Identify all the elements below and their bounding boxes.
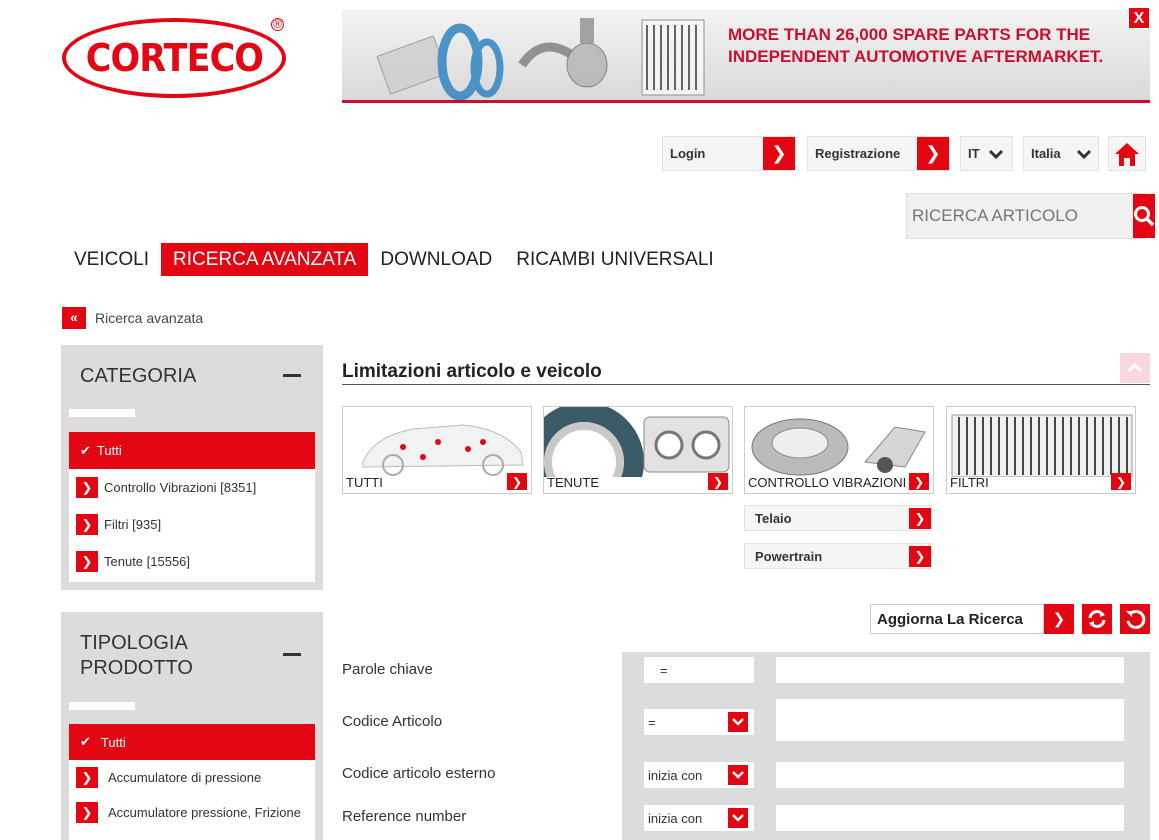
banner-text: MORE THAN 26,000 SPARE PARTS FOR THE IND… [728,25,1104,66]
list-item[interactable]: ❯ Tenute [15556] [69,543,315,580]
external-code-operator[interactable]: inizia con [644,762,754,788]
list-item[interactable]: ❯ Filtri [935] [69,506,315,543]
search-button[interactable] [1133,194,1155,238]
refresh-icon [1088,610,1106,628]
reference-number-input[interactable] [776,805,1124,831]
home-icon [1115,142,1139,166]
chevron-right-icon: ❯ [1052,611,1066,628]
reset-button[interactable] [1120,604,1150,634]
language-select[interactable]: IT [960,136,1013,171]
list-item[interactable]: ❯ Controllo Vibrazioni [8351] [69,469,315,506]
tipologia-panel: TIPOLOGIA PRODOTTO ✔ Tutti ❯ Accumulator… [61,612,323,840]
chevron-right-icon: ❯ [708,473,728,490]
section-heading: Limitazioni articolo e veicolo [342,361,1150,385]
update-search-button[interactable]: Aggiorna La Ricerca [870,604,1044,634]
login-button[interactable]: Login ❯ [662,136,796,171]
categoria-title: CATEGORIA [80,365,197,387]
check-icon: ✔ [80,734,91,749]
chevron-right-icon: ❯ [76,477,98,498]
chevron-right-icon: ❯ [507,473,527,490]
update-search-arrow[interactable]: ❯ [1044,604,1074,634]
home-button[interactable] [1108,136,1146,171]
chevron-right-icon: ❯ [763,137,795,170]
article-code-operator[interactable]: = [644,709,754,735]
vibration-part-illustration-icon [751,418,926,476]
chevron-right-icon: ❯ [1111,473,1131,490]
categoria-list: ✔ Tutti ❯ Controllo Vibrazioni [8351] ❯ … [69,432,315,582]
collapse-icon[interactable] [283,653,301,656]
tipologia-list: ✔ Tutti ❯ Accumulatore di pressione ❯ Ac… [69,724,315,840]
chevron-right-icon: ❯ [909,546,931,567]
powertrain-button[interactable]: Powertrain ❯ [744,543,932,569]
reset-icon [1126,609,1146,629]
register-button[interactable]: Registrazione ❯ [807,136,950,171]
logo-text: CORTECO [85,36,263,80]
chevron-right-icon: ❯ [76,551,98,572]
telaio-button[interactable]: Telaio ❯ [744,505,932,531]
back-icon[interactable]: « [62,307,86,329]
reference-number-operator[interactable]: inizia con [644,805,754,831]
chevron-down-icon [988,149,1004,159]
seal-illustration-icon [544,407,730,493]
scroll-top-button[interactable] [1120,353,1150,383]
breadcrumb: « Ricerca avanzata [62,307,203,329]
breadcrumb-label[interactable]: Ricerca avanzata [95,310,203,326]
tipologia-title: TIPOLOGIA PRODOTTO [80,632,193,679]
chevron-right-icon: ❯ [76,767,98,788]
tile-filtri[interactable]: FILTRI ❯ [946,406,1136,494]
nav-item-veicoli[interactable]: VEICOLI [62,243,161,276]
article-search [906,193,1155,239]
filter-illustration-icon [951,414,1133,478]
nav-item-download[interactable]: DOWNLOAD [368,243,504,276]
list-item[interactable]: ✔ Tutti [69,432,315,469]
external-code-label: Codice articolo esterno [342,765,496,782]
keywords-operator[interactable]: = [644,657,754,683]
check-icon: ✔ [80,442,91,458]
main-nav: VEICOLI RICERCA AVANZATA DOWNLOAD RICAMB… [62,243,726,276]
tile-controllo-vibrazioni[interactable]: CONTROLLO VIBRAZIONI ❯ [744,406,934,494]
categoria-panel: CATEGORIA ✔ Tutti ❯ Controllo Vibrazioni… [61,345,323,590]
reference-number-label: Reference number [342,808,467,825]
article-code-input[interactable] [776,699,1124,741]
nav-item-ricambi-universali[interactable]: RICAMBI UNIVERSALI [504,243,725,276]
chevron-down-icon [728,808,748,828]
list-item[interactable]: ❯ Accumulatore pressione, Frizione [69,795,315,830]
list-item[interactable]: ❯ Accumulatore di pressione [69,760,315,795]
chevron-right-icon: ❯ [76,802,98,823]
chevron-down-icon [728,765,748,785]
keywords-label: Parole chiave [342,661,433,678]
corteco-logo[interactable]: CORTECO ® [62,18,286,98]
article-code-label: Codice Articolo [342,713,443,730]
panel-divider [69,702,135,710]
nav-item-ricerca-avanzata[interactable]: RICERCA AVANZATA [160,243,369,276]
search-icon [1134,206,1155,227]
refresh-button[interactable] [1082,604,1112,634]
country-select[interactable]: Italia [1023,136,1099,171]
chevron-right-icon: ❯ [909,473,929,490]
article-search-input[interactable] [907,194,1133,238]
chevron-right-icon: ❯ [909,508,931,529]
tile-tutti[interactable]: TUTTI ❯ [342,406,532,494]
panel-divider [69,409,135,417]
chevron-right-icon: ❯ [76,514,98,535]
chevron-up-icon [1127,363,1143,373]
promo-banner[interactable]: MORE THAN 26,000 SPARE PARTS FOR THE IND… [342,10,1150,103]
collapse-icon[interactable] [283,374,301,377]
chevron-down-icon [728,712,748,732]
chevron-down-icon [1076,149,1092,159]
close-banner-button[interactable]: X [1128,7,1150,29]
chevron-right-icon: ❯ [917,137,949,170]
car-illustration-icon [362,424,524,476]
tile-tenute[interactable]: TENUTE ❯ [543,406,733,494]
parts-illustration-icon [376,18,705,100]
external-code-input[interactable] [776,762,1124,788]
list-item[interactable]: ✔ Tutti [69,724,315,760]
keywords-input[interactable] [776,657,1124,683]
registered-mark: ® [271,18,284,31]
